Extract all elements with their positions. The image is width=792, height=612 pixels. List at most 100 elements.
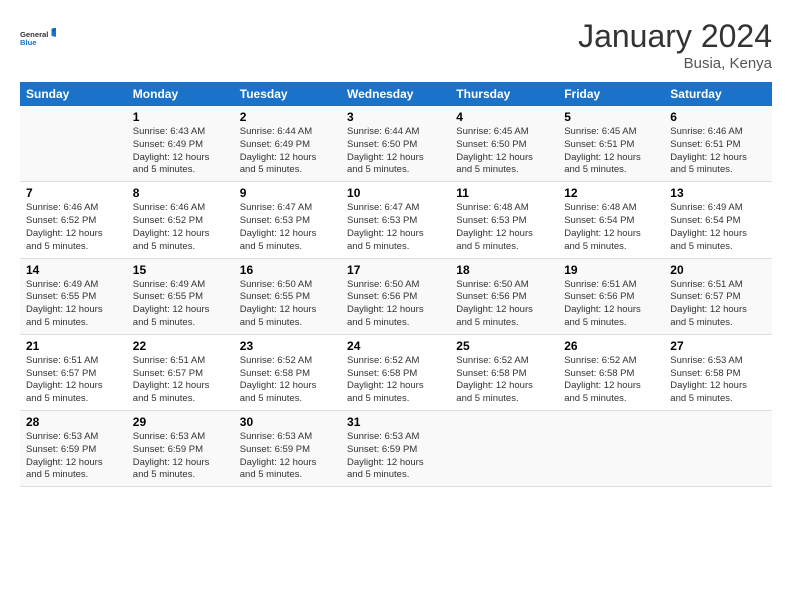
calendar-cell: 10 Sunrise: 6:47 AMSunset: 6:53 PMDayligh… xyxy=(341,182,450,258)
calendar-cell: 25Sunrise: 6:52 AMSunset: 6:58 PMDayligh… xyxy=(450,334,558,410)
day-number: 16 xyxy=(240,263,335,277)
day-info: Sunrise: 6:48 AMSunset: 6:53 PMDaylight:… xyxy=(456,202,552,253)
location: Busia, Kenya xyxy=(578,55,772,72)
calendar-week-row: 21 Sunrise: 6:51 AMSunset: 6:57 PMDayligh… xyxy=(20,334,772,410)
day-number: 24 xyxy=(347,339,444,353)
svg-text:Blue: Blue xyxy=(20,38,37,47)
day-number: 12 xyxy=(564,186,658,200)
day-number: 28 xyxy=(26,415,121,429)
day-info: Sunrise: 6:49 AMSunset: 6:55 PMDaylight:… xyxy=(26,279,121,330)
day-info: Sunrise: 6:49 AMSunset: 6:54 PMDaylight:… xyxy=(670,202,766,253)
calendar-cell: 23 Sunrise: 6:52 AMSunset: 6:58 PMDayligh… xyxy=(234,334,341,410)
calendar-cell: 8 Sunrise: 6:46 AMSunset: 6:52 PMDaylight… xyxy=(127,182,234,258)
day-number: 20 xyxy=(670,263,766,277)
day-info: Sunrise: 6:51 AMSunset: 6:57 PMDaylight:… xyxy=(26,355,121,406)
calendar-week-row: 28 Sunrise: 6:53 AMSunset: 6:59 PMDayligh… xyxy=(20,411,772,487)
day-number: 31 xyxy=(347,415,444,429)
day-info: Sunrise: 6:53 AMSunset: 6:58 PMDaylight:… xyxy=(670,355,766,406)
day-info: Sunrise: 6:52 AMSunset: 6:58 PMDaylight:… xyxy=(456,355,552,406)
day-info: Sunrise: 6:50 AMSunset: 6:56 PMDaylight:… xyxy=(456,279,552,330)
calendar-table: Sunday Monday Tuesday Wednesday Thursday… xyxy=(20,82,772,487)
day-info: Sunrise: 6:53 AMSunset: 6:59 PMDaylight:… xyxy=(240,431,335,482)
calendar-cell: 15Sunrise: 6:49 AMSunset: 6:55 PMDayligh… xyxy=(127,258,234,334)
col-wednesday: Wednesday xyxy=(341,82,450,106)
day-info: Sunrise: 6:45 AMSunset: 6:50 PMDaylight:… xyxy=(456,126,552,177)
day-number: 18 xyxy=(456,263,552,277)
day-number: 26 xyxy=(564,339,658,353)
day-info: Sunrise: 6:53 AMSunset: 6:59 PMDaylight:… xyxy=(133,431,228,482)
day-number: 21 xyxy=(26,339,121,353)
day-info: Sunrise: 6:51 AMSunset: 6:57 PMDaylight:… xyxy=(670,279,766,330)
calendar-cell: 19Sunrise: 6:51 AMSunset: 6:56 PMDayligh… xyxy=(558,258,664,334)
day-info: Sunrise: 6:44 AMSunset: 6:50 PMDaylight:… xyxy=(347,126,444,177)
day-number: 8 xyxy=(133,186,228,200)
day-info: Sunrise: 6:52 AMSunset: 6:58 PMDaylight:… xyxy=(347,355,444,406)
svg-text:General: General xyxy=(20,30,48,39)
calendar-cell: 6 Sunrise: 6:46 AMSunset: 6:51 PMDaylight… xyxy=(664,106,772,182)
header: General Blue January 2024 Busia, Kenya xyxy=(20,18,772,72)
calendar-cell xyxy=(450,411,558,487)
calendar-cell: 22 Sunrise: 6:51 AMSunset: 6:57 PMDayligh… xyxy=(127,334,234,410)
day-number: 6 xyxy=(670,110,766,124)
page: General Blue January 2024 Busia, Kenya S… xyxy=(0,0,792,612)
day-info: Sunrise: 6:51 AMSunset: 6:57 PMDaylight:… xyxy=(133,355,228,406)
col-monday: Monday xyxy=(127,82,234,106)
calendar-cell: 27 Sunrise: 6:53 AMSunset: 6:58 PMDayligh… xyxy=(664,334,772,410)
calendar-cell: 14 Sunrise: 6:49 AMSunset: 6:55 PMDayligh… xyxy=(20,258,127,334)
day-info: Sunrise: 6:43 AMSunset: 6:49 PMDaylight:… xyxy=(133,126,228,177)
day-number: 30 xyxy=(240,415,335,429)
day-number: 4 xyxy=(456,110,552,124)
calendar-cell: 18 Sunrise: 6:50 AMSunset: 6:56 PMDayligh… xyxy=(450,258,558,334)
day-number: 22 xyxy=(133,339,228,353)
day-info: Sunrise: 6:52 AMSunset: 6:58 PMDaylight:… xyxy=(564,355,658,406)
day-info: Sunrise: 6:46 AMSunset: 6:51 PMDaylight:… xyxy=(670,126,766,177)
day-number: 10 xyxy=(347,186,444,200)
day-number: 1 xyxy=(133,110,228,124)
calendar-cell: 7 Sunrise: 6:46 AMSunset: 6:52 PMDaylight… xyxy=(20,182,127,258)
day-number: 13 xyxy=(670,186,766,200)
day-info: Sunrise: 6:46 AMSunset: 6:52 PMDaylight:… xyxy=(26,202,121,253)
calendar-cell: 16 Sunrise: 6:50 AMSunset: 6:55 PMDayligh… xyxy=(234,258,341,334)
day-number: 27 xyxy=(670,339,766,353)
day-info: Sunrise: 6:49 AMSunset: 6:55 PMDaylight:… xyxy=(133,279,228,330)
calendar-cell: 3 Sunrise: 6:44 AMSunset: 6:50 PMDaylight… xyxy=(341,106,450,182)
calendar-cell xyxy=(20,106,127,182)
calendar-cell xyxy=(664,411,772,487)
calendar-cell: 24 Sunrise: 6:52 AMSunset: 6:58 PMDayligh… xyxy=(341,334,450,410)
day-number: 29 xyxy=(133,415,228,429)
title-section: January 2024 Busia, Kenya xyxy=(578,18,772,72)
month-title: January 2024 xyxy=(578,18,772,55)
calendar-cell: 2Sunrise: 6:44 AMSunset: 6:49 PMDaylight… xyxy=(234,106,341,182)
calendar-week-row: 7 Sunrise: 6:46 AMSunset: 6:52 PMDaylight… xyxy=(20,182,772,258)
day-number: 7 xyxy=(26,186,121,200)
day-info: Sunrise: 6:52 AMSunset: 6:58 PMDaylight:… xyxy=(240,355,335,406)
calendar-cell: 9 Sunrise: 6:47 AMSunset: 6:53 PMDaylight… xyxy=(234,182,341,258)
day-info: Sunrise: 6:48 AMSunset: 6:54 PMDaylight:… xyxy=(564,202,658,253)
calendar-cell: 31Sunrise: 6:53 AMSunset: 6:59 PMDayligh… xyxy=(341,411,450,487)
day-number: 2 xyxy=(240,110,335,124)
col-saturday: Saturday xyxy=(664,82,772,106)
calendar-week-row: 14 Sunrise: 6:49 AMSunset: 6:55 PMDayligh… xyxy=(20,258,772,334)
day-number: 14 xyxy=(26,263,121,277)
col-tuesday: Tuesday xyxy=(234,82,341,106)
calendar-cell: 30 Sunrise: 6:53 AMSunset: 6:59 PMDayligh… xyxy=(234,411,341,487)
calendar-cell: 17Sunrise: 6:50 AMSunset: 6:56 PMDayligh… xyxy=(341,258,450,334)
day-info: Sunrise: 6:47 AMSunset: 6:53 PMDaylight:… xyxy=(240,202,335,253)
calendar-week-row: 1 Sunrise: 6:43 AMSunset: 6:49 PMDaylight… xyxy=(20,106,772,182)
day-number: 23 xyxy=(240,339,335,353)
calendar-cell: 13 Sunrise: 6:49 AMSunset: 6:54 PMDayligh… xyxy=(664,182,772,258)
calendar-cell: 11Sunrise: 6:48 AMSunset: 6:53 PMDayligh… xyxy=(450,182,558,258)
calendar-cell: 5Sunrise: 6:45 AMSunset: 6:51 PMDaylight… xyxy=(558,106,664,182)
col-sunday: Sunday xyxy=(20,82,127,106)
day-info: Sunrise: 6:47 AMSunset: 6:53 PMDaylight:… xyxy=(347,202,444,253)
calendar-cell xyxy=(558,411,664,487)
day-number: 3 xyxy=(347,110,444,124)
day-number: 9 xyxy=(240,186,335,200)
day-number: 17 xyxy=(347,263,444,277)
col-thursday: Thursday xyxy=(450,82,558,106)
calendar-cell: 26 Sunrise: 6:52 AMSunset: 6:58 PMDayligh… xyxy=(558,334,664,410)
day-info: Sunrise: 6:46 AMSunset: 6:52 PMDaylight:… xyxy=(133,202,228,253)
day-number: 5 xyxy=(564,110,658,124)
day-info: Sunrise: 6:53 AMSunset: 6:59 PMDaylight:… xyxy=(26,431,121,482)
day-info: Sunrise: 6:50 AMSunset: 6:55 PMDaylight:… xyxy=(240,279,335,330)
